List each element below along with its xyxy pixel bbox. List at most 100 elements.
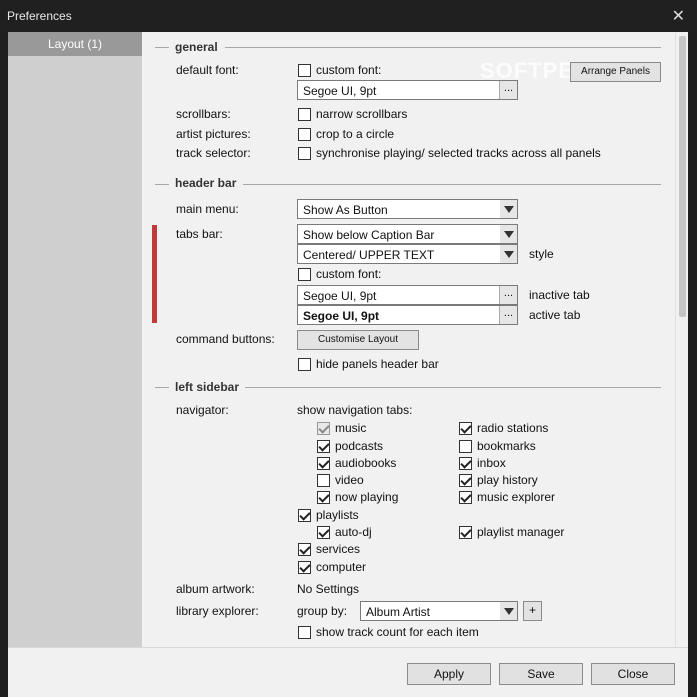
- close-icon[interactable]: ✕: [672, 6, 685, 26]
- section-title-left-sidebar: left sidebar: [175, 380, 240, 394]
- music-tab-label: music: [335, 421, 367, 435]
- font-picker-button[interactable]: ...: [499, 306, 517, 324]
- group-by-value: Album Artist: [366, 605, 431, 619]
- album-artwork-value: No Settings: [297, 582, 360, 596]
- artist-pictures-label: artist pictures:: [176, 127, 251, 141]
- play-history-tab-label: play history: [477, 473, 538, 487]
- group-by-label: group by:: [297, 604, 348, 618]
- crop-circle-label: crop to a circle: [316, 127, 395, 141]
- scrollbar-thumb[interactable]: [679, 36, 686, 317]
- podcasts-tab-checkbox[interactable]: [317, 440, 330, 453]
- auto-dj-checkbox[interactable]: [317, 526, 330, 539]
- default-font-label: default font:: [176, 63, 239, 77]
- navigator-label: navigator:: [176, 403, 229, 417]
- video-tab-checkbox[interactable]: [317, 474, 330, 487]
- chevron-down-icon: [500, 225, 517, 243]
- hide-header-bar-label: hide panels header bar: [316, 357, 439, 371]
- now-playing-tab-label: now playing: [335, 490, 399, 504]
- window-border: [688, 32, 697, 647]
- podcasts-tab-label: podcasts: [335, 439, 384, 453]
- narrow-scrollbars-label: narrow scrollbars: [316, 107, 408, 121]
- crop-circle-checkbox[interactable]: [298, 128, 311, 141]
- tabs-bar-value: Show below Caption Bar: [303, 228, 435, 242]
- track-selector-label: track selector:: [176, 146, 251, 160]
- main-menu-select[interactable]: Show As Button: [297, 199, 518, 219]
- group-by-select[interactable]: Album Artist: [360, 601, 518, 621]
- sidebar-item-layout[interactable]: Layout (1): [8, 32, 142, 56]
- tabs-style-value: Centered/ UPPER TEXT: [303, 248, 435, 262]
- style-label: style: [529, 247, 554, 261]
- sync-tracks-checkbox[interactable]: [298, 147, 311, 160]
- tabs-bar-label: tabs bar:: [176, 227, 223, 241]
- audiobooks-tab-checkbox[interactable]: [317, 457, 330, 470]
- inactive-font-value: Segoe UI, 9pt: [303, 289, 377, 303]
- add-group-button[interactable]: +: [523, 601, 542, 621]
- hide-header-bar-checkbox[interactable]: [298, 358, 311, 371]
- title-bar: Preferences ✕: [0, 0, 697, 31]
- tabs-style-select[interactable]: Centered/ UPPER TEXT: [297, 244, 518, 264]
- inbox-tab-checkbox[interactable]: [459, 457, 472, 470]
- playlists-checkbox[interactable]: [298, 509, 311, 522]
- services-checkbox[interactable]: [298, 543, 311, 556]
- video-tab-label: video: [335, 473, 364, 487]
- apply-button[interactable]: Apply: [407, 663, 491, 685]
- command-buttons-label: command buttons:: [176, 332, 275, 346]
- inbox-tab-label: inbox: [477, 456, 506, 470]
- now-playing-tab-checkbox[interactable]: [317, 491, 330, 504]
- computer-checkbox[interactable]: [298, 561, 311, 574]
- customise-layout-button[interactable]: Customise Layout: [297, 330, 419, 350]
- divider: [155, 47, 169, 48]
- header-custom-font-label: custom font:: [316, 267, 382, 281]
- radio-stations-tab-checkbox[interactable]: [459, 422, 472, 435]
- music-tab-checkbox[interactable]: [317, 422, 330, 435]
- play-history-tab-checkbox[interactable]: [459, 474, 472, 487]
- section-title-header-bar: header bar: [175, 176, 237, 190]
- auto-dj-label: auto-dj: [335, 525, 372, 539]
- playlist-manager-label: playlist manager: [477, 525, 565, 539]
- close-button[interactable]: Close: [591, 663, 675, 685]
- custom-font-label: custom font:: [316, 63, 382, 77]
- show-track-count-checkbox[interactable]: [298, 626, 311, 639]
- save-button[interactable]: Save: [499, 663, 583, 685]
- bookmarks-tab-label: bookmarks: [477, 439, 536, 453]
- services-label: services: [316, 542, 361, 556]
- audiobooks-tab-label: audiobooks: [335, 456, 397, 470]
- main-menu-label: main menu:: [176, 202, 239, 216]
- show-track-count-label: show track count for each item: [316, 625, 479, 639]
- sidebar: Layout (1): [8, 32, 142, 647]
- album-artwork-label: album artwork:: [176, 582, 255, 596]
- window-title: Preferences: [7, 9, 72, 23]
- chevron-down-icon: [500, 245, 517, 263]
- bookmarks-tab-checkbox[interactable]: [459, 440, 472, 453]
- vertical-scrollbar[interactable]: [675, 32, 688, 647]
- default-font-field[interactable]: Segoe UI, 9pt ...: [297, 80, 518, 100]
- custom-font-checkbox[interactable]: [298, 64, 311, 77]
- font-picker-button[interactable]: ...: [499, 286, 517, 304]
- chevron-down-icon: [500, 602, 517, 620]
- playlist-manager-checkbox[interactable]: [459, 526, 472, 539]
- music-explorer-tab-checkbox[interactable]: [459, 491, 472, 504]
- font-picker-button[interactable]: ...: [499, 81, 517, 99]
- divider: [155, 387, 169, 388]
- radio-stations-tab-label: radio stations: [477, 421, 549, 435]
- computer-label: computer: [316, 560, 367, 574]
- narrow-scrollbars-checkbox[interactable]: [298, 108, 311, 121]
- divider: [243, 184, 661, 185]
- tabs-bar-select[interactable]: Show below Caption Bar: [297, 224, 518, 244]
- active-tab-font-field[interactable]: Segoe UI, 9pt ...: [297, 305, 518, 325]
- scrollbars-label: scrollbars:: [176, 107, 231, 121]
- divider: [225, 47, 661, 48]
- divider: [245, 387, 661, 388]
- header-custom-font-checkbox[interactable]: [298, 268, 311, 281]
- playlists-label: playlists: [316, 508, 359, 522]
- music-explorer-tab-label: music explorer: [477, 490, 556, 504]
- show-navigation-tabs-label: show navigation tabs:: [297, 403, 413, 417]
- dialog-footer: Apply Save Close: [8, 647, 688, 697]
- inactive-tab-label: inactive tab: [529, 288, 590, 302]
- active-tab-label: active tab: [529, 308, 581, 322]
- inactive-tab-font-field[interactable]: Segoe UI, 9pt ...: [297, 285, 518, 305]
- active-font-value: Segoe UI, 9pt: [303, 309, 380, 323]
- highlight-marker: [152, 225, 157, 323]
- main-menu-value: Show As Button: [303, 203, 388, 217]
- arrange-panels-button[interactable]: Arrange Panels: [570, 62, 661, 82]
